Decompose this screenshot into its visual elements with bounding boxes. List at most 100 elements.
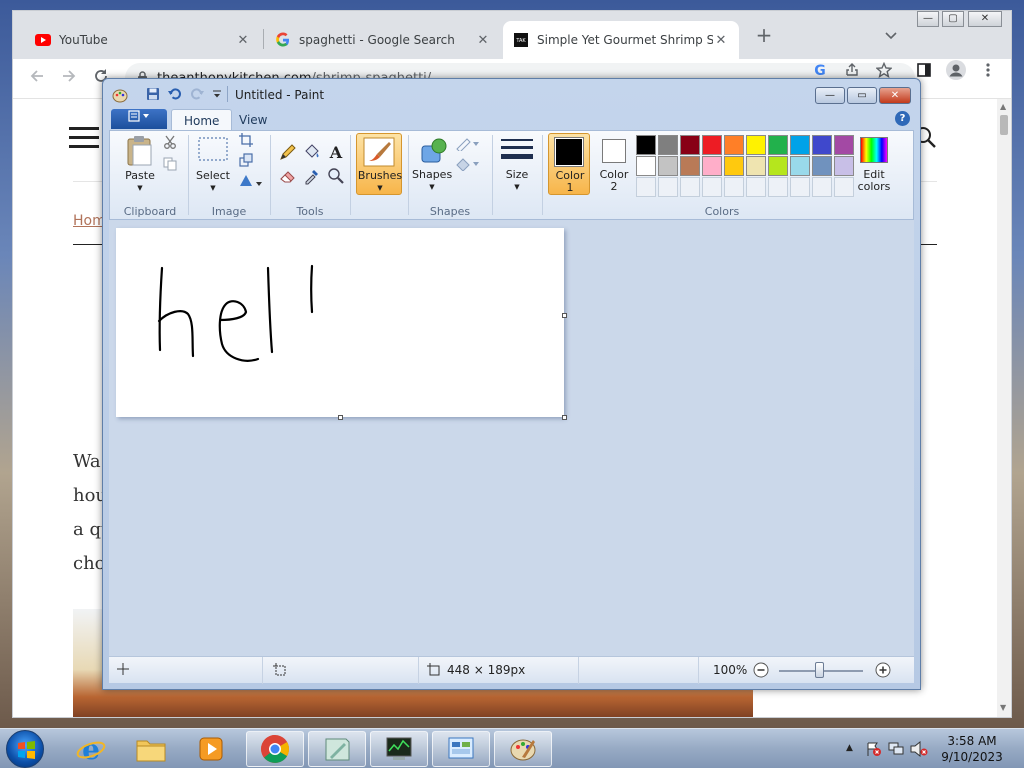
cut-icon[interactable] bbox=[160, 135, 180, 155]
taskbar-media-player[interactable] bbox=[182, 731, 240, 767]
resize-handle-right[interactable] bbox=[562, 313, 567, 318]
taskbar-paint[interactable] bbox=[494, 731, 552, 767]
palette-color-swatch[interactable] bbox=[790, 135, 810, 155]
color1-button[interactable]: Color 1 bbox=[548, 133, 590, 195]
palette-custom-slot[interactable] bbox=[702, 177, 722, 197]
palette-color-swatch[interactable] bbox=[812, 156, 832, 176]
more-menu-icon[interactable] bbox=[984, 62, 992, 81]
taskbar-internet-explorer[interactable]: e bbox=[62, 731, 120, 767]
quick-access-chevron-down-icon[interactable] bbox=[209, 87, 225, 103]
show-hidden-icons-chevron-up-icon[interactable]: ▲ bbox=[846, 743, 853, 753]
volume-muted-icon[interactable] bbox=[910, 740, 928, 760]
forward-button[interactable] bbox=[57, 67, 81, 91]
scrollbar-thumb[interactable] bbox=[1000, 115, 1008, 135]
ribbon-tab-view[interactable]: View bbox=[227, 109, 279, 131]
ribbon-tab-home[interactable]: Home bbox=[171, 109, 233, 131]
chrome-minimize-button[interactable]: — bbox=[917, 11, 939, 27]
scroll-down-icon[interactable]: ▼ bbox=[1000, 703, 1006, 712]
outline-icon[interactable] bbox=[454, 137, 482, 157]
action-center-flag-icon[interactable] bbox=[866, 741, 882, 760]
palette-color-swatch[interactable] bbox=[790, 156, 810, 176]
color2-button[interactable]: Color 2 bbox=[594, 133, 634, 195]
crop-icon[interactable] bbox=[236, 133, 256, 153]
paint-app-icon[interactable] bbox=[112, 87, 128, 103]
palette-custom-slot[interactable] bbox=[680, 177, 700, 197]
paint-maximize-button[interactable]: ▭ bbox=[847, 87, 877, 104]
palette-color-swatch[interactable] bbox=[812, 135, 832, 155]
tab-search-chevron-icon[interactable] bbox=[885, 29, 897, 43]
close-icon[interactable]: ✕ bbox=[713, 33, 729, 48]
menu-icon[interactable] bbox=[69, 127, 101, 148]
palette-color-swatch[interactable] bbox=[636, 135, 656, 155]
paint-file-menu-button[interactable] bbox=[111, 109, 167, 129]
palette-color-swatch[interactable] bbox=[702, 135, 722, 155]
paint-close-button[interactable]: ✕ bbox=[879, 87, 911, 104]
select-button[interactable]: Select ▼ bbox=[194, 135, 230, 195]
taskbar-chrome[interactable] bbox=[246, 731, 304, 767]
close-icon[interactable]: ✕ bbox=[235, 33, 251, 48]
palette-color-swatch[interactable] bbox=[834, 135, 854, 155]
edit-colors-button[interactable]: Edit colors bbox=[852, 133, 896, 195]
palette-color-swatch[interactable] bbox=[768, 135, 788, 155]
rotate-icon[interactable] bbox=[236, 173, 266, 193]
redo-icon[interactable] bbox=[189, 87, 205, 103]
taskbar-notes-app[interactable] bbox=[308, 731, 366, 767]
network-icon[interactable] bbox=[888, 741, 904, 760]
palette-custom-slot[interactable] bbox=[768, 177, 788, 197]
paint-titlebar[interactable]: Untitled - Paint — ▭ ✕ bbox=[103, 79, 920, 109]
taskbar-control-panel[interactable] bbox=[432, 731, 490, 767]
palette-color-swatch[interactable] bbox=[658, 135, 678, 155]
palette-color-swatch[interactable] bbox=[834, 156, 854, 176]
start-button[interactable] bbox=[6, 730, 44, 768]
eraser-icon[interactable] bbox=[278, 167, 298, 187]
palette-color-swatch[interactable] bbox=[768, 156, 788, 176]
palette-custom-slot[interactable] bbox=[724, 177, 744, 197]
text-tool-icon[interactable]: A bbox=[326, 143, 346, 163]
palette-custom-slot[interactable] bbox=[790, 177, 810, 197]
taskbar-clock[interactable]: 3:58 AM 9/10/2023 bbox=[930, 733, 1014, 765]
resize-handle-bottom[interactable] bbox=[338, 415, 343, 420]
palette-color-swatch[interactable] bbox=[724, 156, 744, 176]
palette-custom-slot[interactable] bbox=[636, 177, 656, 197]
tab-google-search[interactable]: spaghetti - Google Search ✕ bbox=[265, 21, 501, 59]
new-tab-button[interactable]: + bbox=[753, 25, 775, 47]
zoom-in-button[interactable] bbox=[875, 662, 891, 681]
scroll-up-icon[interactable]: ▲ bbox=[1000, 102, 1006, 111]
taskbar-file-explorer[interactable] bbox=[122, 731, 180, 767]
resize-icon[interactable] bbox=[236, 153, 256, 173]
shapes-button[interactable]: Shapes ▼ bbox=[412, 133, 452, 195]
palette-color-swatch[interactable] bbox=[658, 156, 678, 176]
palette-color-swatch[interactable] bbox=[746, 135, 766, 155]
save-icon[interactable] bbox=[145, 87, 161, 103]
palette-color-swatch[interactable] bbox=[680, 135, 700, 155]
fill-bucket-icon[interactable] bbox=[302, 143, 322, 163]
drawing-canvas[interactable] bbox=[116, 228, 564, 417]
palette-custom-slot[interactable] bbox=[658, 177, 678, 197]
fill-icon[interactable] bbox=[454, 157, 482, 177]
magnifier-icon[interactable] bbox=[326, 167, 346, 187]
palette-color-swatch[interactable] bbox=[636, 156, 656, 176]
size-button[interactable]: Size ▼ bbox=[496, 133, 536, 195]
zoom-out-button[interactable] bbox=[753, 662, 769, 681]
page-scrollbar[interactable]: ▲ ▼ bbox=[997, 99, 1011, 717]
undo-icon[interactable] bbox=[167, 87, 183, 103]
resize-handle-corner[interactable] bbox=[562, 415, 567, 420]
profile-avatar-icon[interactable] bbox=[946, 60, 966, 83]
chrome-maximize-button[interactable]: ▢ bbox=[942, 11, 964, 27]
palette-custom-slot[interactable] bbox=[834, 177, 854, 197]
palette-color-swatch[interactable] bbox=[680, 156, 700, 176]
help-icon[interactable]: ? bbox=[895, 111, 910, 126]
tab-youtube[interactable]: YouTube ✕ bbox=[25, 21, 261, 59]
palette-color-swatch[interactable] bbox=[746, 156, 766, 176]
palette-custom-slot[interactable] bbox=[746, 177, 766, 197]
paint-minimize-button[interactable]: — bbox=[815, 87, 845, 104]
breadcrumb-home-link[interactable]: Hom bbox=[73, 213, 106, 229]
copy-icon[interactable] bbox=[160, 157, 180, 177]
color-picker-icon[interactable] bbox=[302, 167, 322, 187]
zoom-slider-thumb[interactable] bbox=[815, 662, 824, 678]
palette-color-swatch[interactable] bbox=[702, 156, 722, 176]
brushes-button[interactable]: Brushes ▼ bbox=[356, 133, 402, 195]
palette-custom-slot[interactable] bbox=[812, 177, 832, 197]
close-icon[interactable]: ✕ bbox=[475, 33, 491, 48]
pencil-icon[interactable] bbox=[278, 143, 298, 163]
